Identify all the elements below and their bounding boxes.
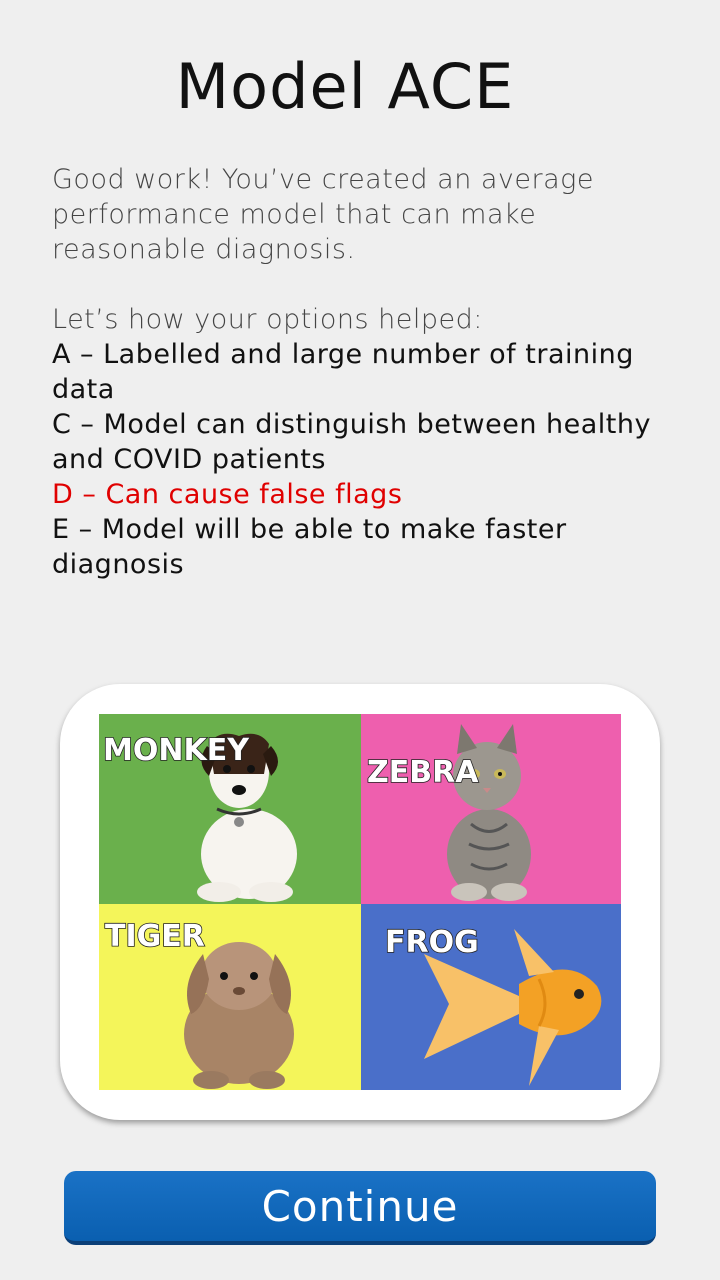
image-card: MONKEY ZEBRA TIGER FROG	[60, 684, 660, 1120]
label-top-left: MONKEY	[103, 733, 250, 768]
page-title: Model ACE	[175, 50, 515, 123]
label-bottom-left: TIGER	[105, 919, 205, 954]
label-bottom-right: FROG	[385, 925, 479, 960]
option-e: E – Model will be able to make faster di…	[52, 514, 567, 580]
option-a: A – Labelled and large number of trainin…	[52, 339, 634, 405]
options-lead: Let’s how your options helped:	[52, 304, 483, 335]
label-top-right: ZEBRA	[367, 755, 479, 790]
mislabeled-animals-image: MONKEY ZEBRA TIGER FROG	[99, 714, 621, 1090]
feedback-text: Good work! You’ve created an average per…	[52, 162, 692, 582]
option-c: C – Model can distinguish between health…	[52, 409, 651, 475]
intro-text: Good work! You’ve created an average per…	[52, 164, 594, 265]
rabbit-icon	[184, 942, 294, 1089]
continue-button[interactable]: Continue	[64, 1171, 656, 1245]
option-d: D – Can cause false flags	[52, 479, 403, 510]
